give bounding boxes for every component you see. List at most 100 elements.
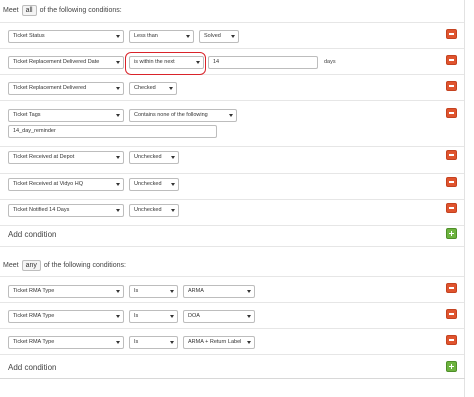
condition-row: Ticket Tags Contains none of the followi… <box>0 101 464 147</box>
value-select[interactable]: ARMA + Return Label <box>183 336 255 349</box>
field-select-value: Ticket Received at Depot <box>13 154 75 160</box>
remove-condition-button[interactable] <box>446 177 457 187</box>
field-select-value: Ticket RMA Type <box>13 339 55 345</box>
operator-select-value: Unchecked <box>134 154 162 160</box>
chevron-down-icon <box>171 183 175 186</box>
any-group-header: Meet any of the following conditions: <box>3 260 126 271</box>
chevron-down-icon <box>247 290 251 293</box>
operator-select[interactable]: Unchecked <box>129 204 179 217</box>
all-group-suffix: of the following conditions: <box>39 7 122 14</box>
operator-select[interactable]: Unchecked <box>129 178 179 191</box>
condition-row: Ticket Replacement Delivered Checked <box>0 75 464 101</box>
add-condition-button[interactable] <box>446 361 457 372</box>
add-condition-button[interactable] <box>446 228 457 239</box>
value-select-value: ARMA <box>188 288 204 294</box>
remove-condition-button[interactable] <box>446 81 457 91</box>
operator-select[interactable]: Is <box>129 336 178 349</box>
field-select-value: Ticket Status <box>13 33 45 39</box>
condition-row: Ticket Notified 14 Days Unchecked <box>0 200 464 226</box>
value-select-value: Solved <box>204 33 221 39</box>
chevron-down-icon <box>116 114 120 117</box>
condition-row: Ticket Replacement Delivered Date is wit… <box>0 49 464 75</box>
field-select[interactable]: Ticket RMA Type <box>8 310 124 323</box>
remove-condition-button[interactable] <box>446 108 457 118</box>
tags-input[interactable]: 14_day_reminder <box>8 125 217 138</box>
field-select-value: Ticket RMA Type <box>13 313 55 319</box>
chevron-down-icon <box>247 341 251 344</box>
remove-condition-button[interactable] <box>446 150 457 160</box>
all-group-prefix: Meet <box>3 7 19 14</box>
operator-select[interactable]: Unchecked <box>129 151 179 164</box>
field-select[interactable]: Ticket RMA Type <box>8 285 124 298</box>
field-select[interactable]: Ticket Received at Depot <box>8 151 124 164</box>
operator-select-value: Is <box>134 313 139 319</box>
chevron-down-icon <box>231 35 235 38</box>
operator-select[interactable]: Contains none of the following <box>129 109 237 122</box>
match-type-select[interactable]: any <box>21 260 41 271</box>
field-select-value: Ticket Notified 14 Days <box>13 207 70 213</box>
value-select-value: DOA <box>188 313 200 319</box>
panel-right-border <box>464 0 465 397</box>
add-condition-label[interactable]: Add condition <box>8 363 56 372</box>
field-select-value: Ticket Replacement Delivered Date <box>13 59 100 65</box>
any-group-prefix: Meet <box>3 262 19 269</box>
remove-condition-button[interactable] <box>446 283 457 293</box>
chevron-down-icon <box>169 87 173 90</box>
any-group-suffix: of the following conditions: <box>43 262 126 269</box>
condition-row: Ticket RMA Type Is DOA <box>0 303 464 329</box>
chevron-down-icon <box>116 183 120 186</box>
remove-condition-button[interactable] <box>446 309 457 319</box>
field-select[interactable]: Ticket Replacement Delivered Date <box>8 56 124 69</box>
highlight-annotation <box>125 52 206 75</box>
condition-row: Ticket Status Less than Solved <box>0 23 464 49</box>
field-select[interactable]: Ticket Status <box>8 30 124 43</box>
condition-row: Ticket Received at Depot Unchecked <box>0 148 464 174</box>
match-type-select[interactable]: all <box>21 5 37 16</box>
field-select[interactable]: Ticket Received at Vidyo HQ <box>8 178 124 191</box>
operator-select-value: Unchecked <box>134 181 162 187</box>
chevron-down-icon <box>170 341 174 344</box>
field-select[interactable]: Ticket Notified 14 Days <box>8 204 124 217</box>
field-select-value: Ticket RMA Type <box>13 288 55 294</box>
value-select[interactable]: ARMA <box>183 285 255 298</box>
chevron-down-icon <box>247 315 251 318</box>
field-select[interactable]: Ticket Tags <box>8 109 124 122</box>
chevron-down-icon <box>116 61 120 64</box>
chevron-down-icon <box>170 315 174 318</box>
chevron-down-icon <box>171 156 175 159</box>
operator-select-value: Contains none of the following <box>134 112 208 118</box>
add-condition-label[interactable]: Add condition <box>8 230 56 239</box>
operator-select-value: Checked <box>134 85 156 91</box>
remove-condition-button[interactable] <box>446 55 457 65</box>
field-select-value: Ticket Received at Vidyo HQ <box>13 181 84 187</box>
operator-select-value: Less than <box>134 33 158 39</box>
chevron-down-icon <box>116 87 120 90</box>
remove-condition-button[interactable] <box>446 203 457 213</box>
field-select-value: Ticket Tags <box>13 112 41 118</box>
chevron-down-icon <box>116 290 120 293</box>
value-select[interactable]: Solved <box>199 30 239 43</box>
chevron-down-icon <box>116 156 120 159</box>
chevron-down-icon <box>186 35 190 38</box>
field-select[interactable]: Ticket Replacement Delivered <box>8 82 124 95</box>
remove-condition-button[interactable] <box>446 29 457 39</box>
value-select[interactable]: DOA <box>183 310 255 323</box>
field-select[interactable]: Ticket RMA Type <box>8 336 124 349</box>
chevron-down-icon <box>116 315 120 318</box>
operator-select-value: Is <box>134 288 139 294</box>
operator-select-value: Unchecked <box>134 207 162 213</box>
chevron-down-icon <box>116 35 120 38</box>
divider <box>0 246 464 247</box>
operator-select[interactable]: Checked <box>129 82 177 95</box>
operator-select[interactable]: Is <box>129 310 178 323</box>
operator-select[interactable]: Less than <box>129 30 194 43</box>
condition-row: Ticket RMA Type Is ARMA + Return Label <box>0 329 464 355</box>
panel-bottom-border <box>0 378 465 379</box>
chevron-down-icon <box>170 290 174 293</box>
operator-select-value: Is <box>134 339 139 345</box>
operator-select[interactable]: Is <box>129 285 178 298</box>
chevron-down-icon <box>116 341 120 344</box>
remove-condition-button[interactable] <box>446 335 457 345</box>
value-input[interactable]: 14 <box>208 56 318 69</box>
condition-row: Ticket Received at Vidyo HQ Unchecked <box>0 174 464 200</box>
